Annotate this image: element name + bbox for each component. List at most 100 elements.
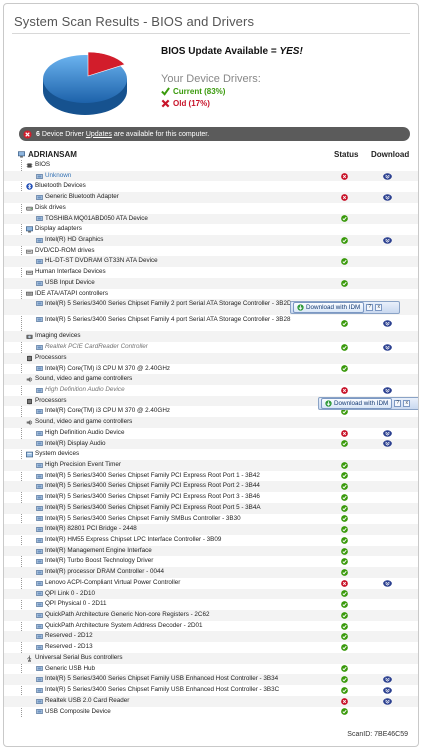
download-icon[interactable] <box>383 387 392 394</box>
download-icon[interactable] <box>383 440 392 448</box>
category-name: Bluetooth Devices <box>35 182 86 190</box>
device-row[interactable]: QuickPath Architecture Generic Non-core … <box>4 610 418 621</box>
idm-help-icon[interactable]: ? <box>366 304 374 311</box>
device-row[interactable]: Intel(R) 5 Series/3400 Series Chipset Fa… <box>4 471 418 482</box>
category-name: BIOS <box>35 161 51 168</box>
device-row[interactable]: Unknown <box>4 170 418 182</box>
status-current-icon <box>341 526 348 533</box>
idm-close-icon[interactable]: x <box>375 304 383 311</box>
download-icon[interactable] <box>383 194 392 201</box>
device-icon <box>36 537 43 543</box>
device-row[interactable]: Intel(R) 5 Series/3400 Series Chipset Fa… <box>4 481 418 493</box>
device-name: Intel(R) processor DRAM Controller - 004… <box>45 568 164 576</box>
device-row[interactable]: USB Input Device <box>4 277 418 289</box>
row-label: Intel(R) HM55 Express Chipset LPC Interf… <box>36 535 221 546</box>
device-row[interactable]: High Precision Event Timer <box>4 459 418 471</box>
device-row[interactable]: Intel(R) HD Graphics <box>4 235 418 246</box>
device-row[interactable]: Intel(R) Core(TM) i3 CPU M 370 @ 2.40GHz <box>4 364 418 375</box>
device-row[interactable]: Generic Bluetooth Adapter <box>4 192 418 203</box>
idm-close-icon[interactable]: x <box>403 400 411 407</box>
row-label: Intel(R) Turbo Boost Technology Driver <box>36 556 153 567</box>
device-row[interactable]: Intel(R) 5 Series/3400 Series Chipset Fa… <box>4 514 418 525</box>
row-label: Intel(R) HD Graphics <box>36 235 103 246</box>
device-row[interactable]: Intel(R) 5 Series/3400 Series Chipset Fa… <box>4 685 418 696</box>
device-row[interactable]: Intel(R) Turbo Boost Technology Driver <box>4 556 418 567</box>
device-category-row[interactable]: Bluetooth Devices <box>4 181 418 192</box>
device-row[interactable]: Intel(R) processor DRAM Controller - 004… <box>4 567 418 578</box>
device-category-row[interactable]: Sound, video and game controllers <box>4 374 418 385</box>
status-current-icon <box>341 708 348 716</box>
device-row[interactable]: HL-DT-ST DVDRAM GT33N ATA Device <box>4 256 418 268</box>
row-label: Intel(R) Display Audio <box>36 439 106 450</box>
device-row[interactable]: Intel(R) HM55 Express Chipset LPC Interf… <box>4 535 418 546</box>
download-column-header: Download <box>371 150 410 159</box>
device-row[interactable]: QPI Link 0 - 2D10 <box>4 588 418 600</box>
row-label: Intel(R) 5 Series/3400 Series Chipset Fa… <box>36 481 260 492</box>
device-row[interactable]: QuickPath Architecture System Address De… <box>4 621 418 632</box>
device-row[interactable]: Generic USB Hub <box>4 664 418 675</box>
status-current-icon <box>341 365 348 373</box>
idm-download-button[interactable]: Download with IDM <box>321 398 393 409</box>
download-icon[interactable] <box>383 676 392 683</box>
device-row[interactable]: Intel(R) 5 Series/3400 Series Chipset Fa… <box>4 502 418 514</box>
download-icon[interactable] <box>383 237 392 244</box>
updates-link[interactable]: Updates <box>86 131 112 138</box>
device-category-row[interactable]: Processors <box>4 352 418 364</box>
device-category-row[interactable]: System devices <box>4 449 418 460</box>
status-current-icon <box>341 258 348 266</box>
device-row[interactable]: Realtek PCIE CardReader Controller <box>4 342 418 353</box>
device-row[interactable]: Reserved - 2D12 <box>4 631 418 643</box>
device-category-row[interactable]: Imaging devices <box>4 331 418 343</box>
row-label: Intel(R) 5 Series/3400 Series Chipset Fa… <box>36 685 279 696</box>
legend-old-label: Old (17%) <box>173 99 210 108</box>
device-category-row[interactable]: IDE ATA/ATAPI controllers <box>4 289 418 300</box>
bios-update-status: BIOS Update Available = YES! <box>161 46 303 57</box>
row-label: Bluetooth Devices <box>26 181 86 192</box>
device-category-row[interactable]: Disk drives <box>4 203 418 214</box>
device-name: Intel(R) 5 Series/3400 Series Chipset Fa… <box>45 316 291 324</box>
row-label: Intel(R) Core(TM) i3 CPU M 370 @ 2.40GHz <box>36 364 170 375</box>
device-row[interactable]: Intel(R) 82801 PCI Bridge - 2448 <box>4 524 418 535</box>
category-name: Imaging devices <box>35 332 81 340</box>
device-category-row[interactable]: Human Interface Devices <box>4 267 418 278</box>
device-row[interactable]: Intel(R) Display Audio <box>4 438 418 450</box>
device-category-row[interactable]: Universal Serial Bus controllers <box>4 652 418 664</box>
download-icon[interactable] <box>383 579 392 587</box>
idm-download-popup[interactable]: Download with IDM ? x <box>290 301 400 314</box>
device-row[interactable]: Lenovo ACPI-Compliant Virtual Power Cont… <box>4 578 418 589</box>
device-name[interactable]: Unknown <box>45 171 71 182</box>
device-row[interactable]: USB Composite Device <box>4 707 418 718</box>
device-category-row[interactable]: Display adapters <box>4 224 418 235</box>
download-icon[interactable] <box>383 320 392 328</box>
download-icon[interactable] <box>383 687 392 694</box>
device-row[interactable]: High Definition Audio Device <box>4 385 418 396</box>
row-label: Intel(R) 5 Series/3400 Series Chipset Fa… <box>36 492 260 503</box>
device-row[interactable]: Intel(R) 5 Series/3400 Series Chipset Fa… <box>4 315 418 331</box>
download-icon[interactable] <box>383 172 392 180</box>
device-name: Generic USB Hub <box>45 664 96 672</box>
device-row[interactable]: Intel(R) 5 Series/3400 Series Chipset Fa… <box>4 674 418 686</box>
idm-download-button[interactable]: Download with IDM <box>293 302 365 313</box>
device-category-row[interactable]: Sound, video and game controllers <box>4 417 418 428</box>
idm-download-popup[interactable]: Download with IDM ? x <box>318 397 418 410</box>
system-icon <box>26 451 33 458</box>
row-label: High Precision Event Timer <box>36 460 121 471</box>
download-icon[interactable] <box>383 429 392 437</box>
device-row[interactable]: QPI Physical 0 - 2D11 <box>4 599 418 610</box>
device-row[interactable]: Intel(R) Management Engine Interface <box>4 545 418 557</box>
device-row[interactable]: High Definition Audio Device <box>4 428 418 439</box>
device-category-row[interactable]: BIOS <box>4 160 418 171</box>
device-row[interactable]: TOSHIBA MQ01ABD050 ATA Device <box>4 213 418 225</box>
row-label: Universal Serial Bus controllers <box>26 653 123 664</box>
download-icon[interactable] <box>383 697 392 705</box>
device-row[interactable]: Reserved - 2D13 <box>4 642 418 653</box>
device-icon <box>36 548 43 554</box>
idm-help-icon[interactable]: ? <box>394 400 402 407</box>
device-row[interactable]: Intel(R) 5 Series/3400 Series Chipset Fa… <box>4 492 418 503</box>
device-category-row[interactable]: DVD/CD-ROM drives <box>4 246 418 257</box>
tree-root[interactable]: ADRIANSAM <box>18 150 77 159</box>
device-icon <box>36 259 43 265</box>
download-icon[interactable] <box>383 344 392 351</box>
device-row[interactable]: Realtek USB 2.0 Card Reader <box>4 695 418 707</box>
row-label: Display adapters <box>26 224 82 235</box>
